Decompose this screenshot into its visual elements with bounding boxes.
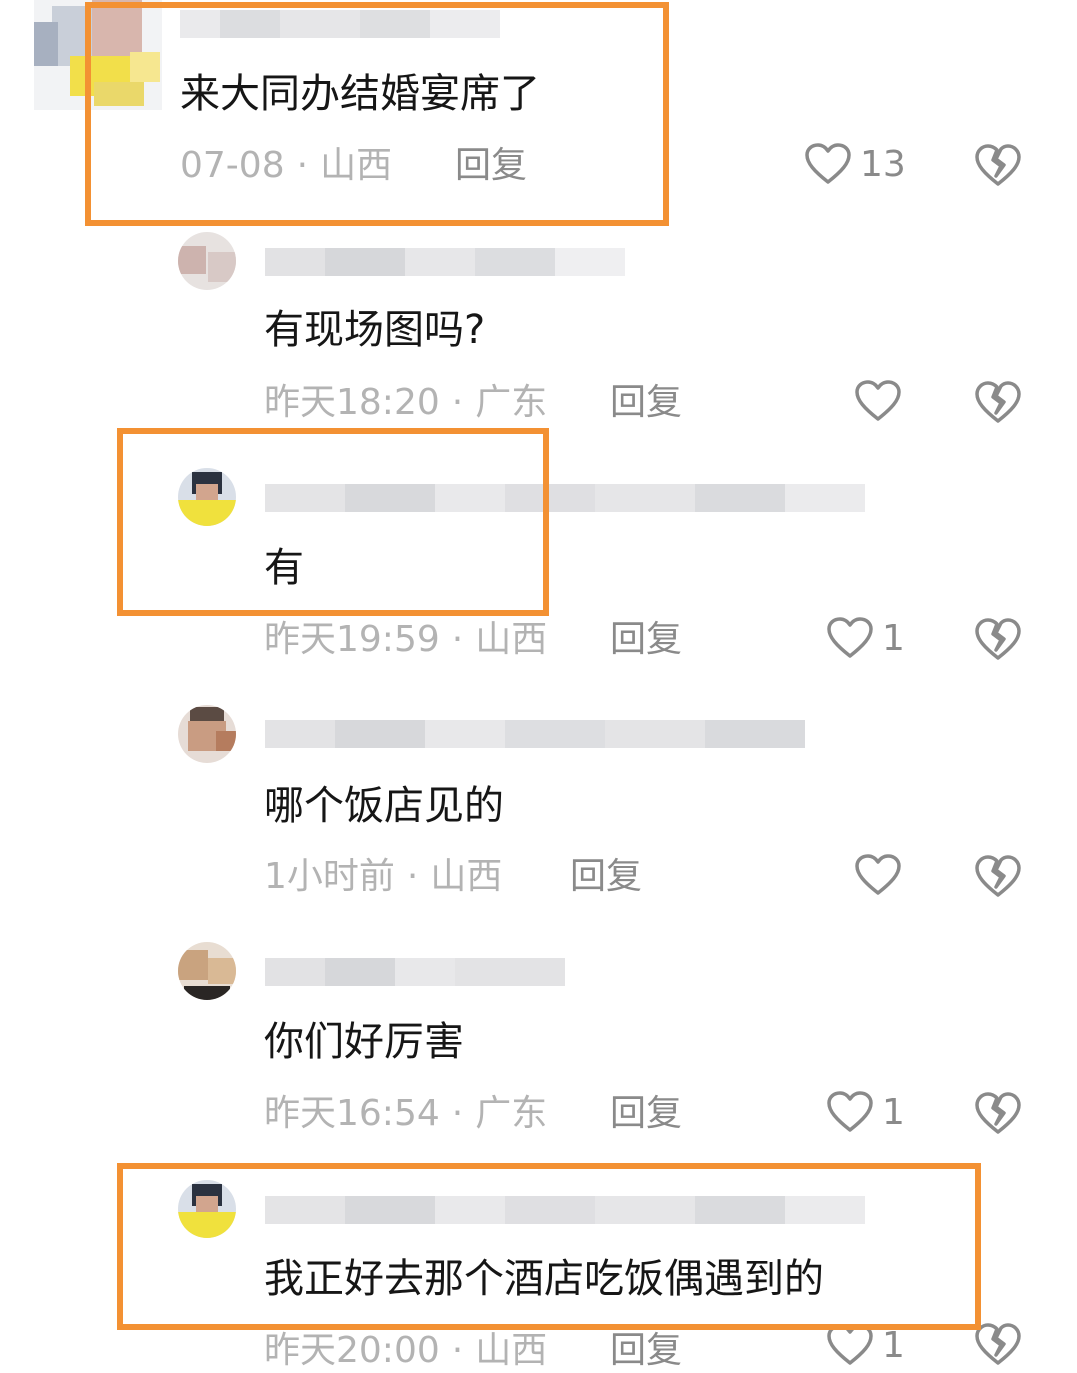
broken-heart-icon [975, 618, 1021, 660]
comment-text: 你们好厉害 [264, 1019, 464, 1065]
like-count: 13 [860, 143, 906, 185]
avatar[interactable] [178, 942, 236, 1000]
heart-icon [805, 143, 851, 184]
dislike-button[interactable] [974, 1090, 1022, 1140]
highlight-box [117, 1163, 981, 1330]
reply-button[interactable]: 回复 [570, 855, 642, 899]
heart-icon [827, 1091, 873, 1132]
like-button[interactable] [854, 379, 910, 423]
broken-heart-icon [975, 381, 1021, 423]
comment-region: 山西 [475, 619, 548, 660]
heart-icon [827, 617, 873, 658]
dislike-button[interactable] [974, 853, 1022, 903]
comment-time: 1小时前 [264, 856, 395, 897]
dislike-button[interactable] [974, 616, 1022, 666]
comment-meta: 昨天16:54 · 广东 [264, 1093, 548, 1134]
username-blurred [265, 720, 805, 748]
highlight-box [117, 428, 549, 616]
comment-text: 哪个饭店见的 [264, 783, 504, 829]
comment-region: 山西 [430, 856, 503, 897]
heart-icon [855, 380, 901, 421]
like-count: 1 [882, 617, 905, 659]
like-count: 1 [882, 1324, 905, 1366]
broken-heart-icon [975, 1323, 1021, 1365]
avatar[interactable] [178, 705, 236, 763]
like-button[interactable]: 1 [826, 1090, 905, 1134]
heart-icon [855, 854, 901, 895]
comment-region: 广东 [475, 1093, 548, 1134]
dislike-button[interactable] [974, 379, 1022, 429]
dislike-button[interactable] [974, 1321, 1022, 1371]
like-button[interactable]: 1 [826, 616, 905, 660]
broken-heart-icon [975, 1092, 1021, 1134]
broken-heart-icon [975, 855, 1021, 897]
comment-region: 山西 [475, 1330, 548, 1371]
reply-button[interactable]: 回复 [610, 618, 682, 662]
comment-text: 有现场图吗? [264, 307, 486, 353]
comment-time: 昨天16:54 [264, 1093, 440, 1134]
comment-meta: 昨天18:20 · 广东 [264, 382, 548, 423]
username-blurred [265, 958, 565, 986]
highlight-box [85, 2, 669, 226]
comment-meta: 昨天20:00 · 山西 [264, 1330, 548, 1371]
username-blurred [265, 248, 625, 276]
comment-region: 广东 [475, 382, 548, 423]
avatar[interactable] [178, 232, 236, 290]
comment-time: 昨天18:20 [264, 382, 440, 423]
reply-button[interactable]: 回复 [610, 1329, 682, 1373]
comment-meta: 1小时前 · 山西 [264, 856, 503, 897]
comment-meta: 昨天19:59 · 山西 [264, 619, 548, 660]
like-count: 1 [882, 1091, 905, 1133]
dislike-button[interactable] [974, 142, 1022, 192]
reply-button[interactable]: 回复 [610, 1092, 682, 1136]
like-button[interactable]: 13 [804, 142, 906, 186]
like-button[interactable] [854, 853, 910, 897]
comment-time: 昨天20:00 [264, 1330, 440, 1371]
broken-heart-icon [975, 144, 1021, 186]
comment-time: 昨天19:59 [264, 619, 440, 660]
reply-button[interactable]: 回复 [610, 381, 682, 425]
